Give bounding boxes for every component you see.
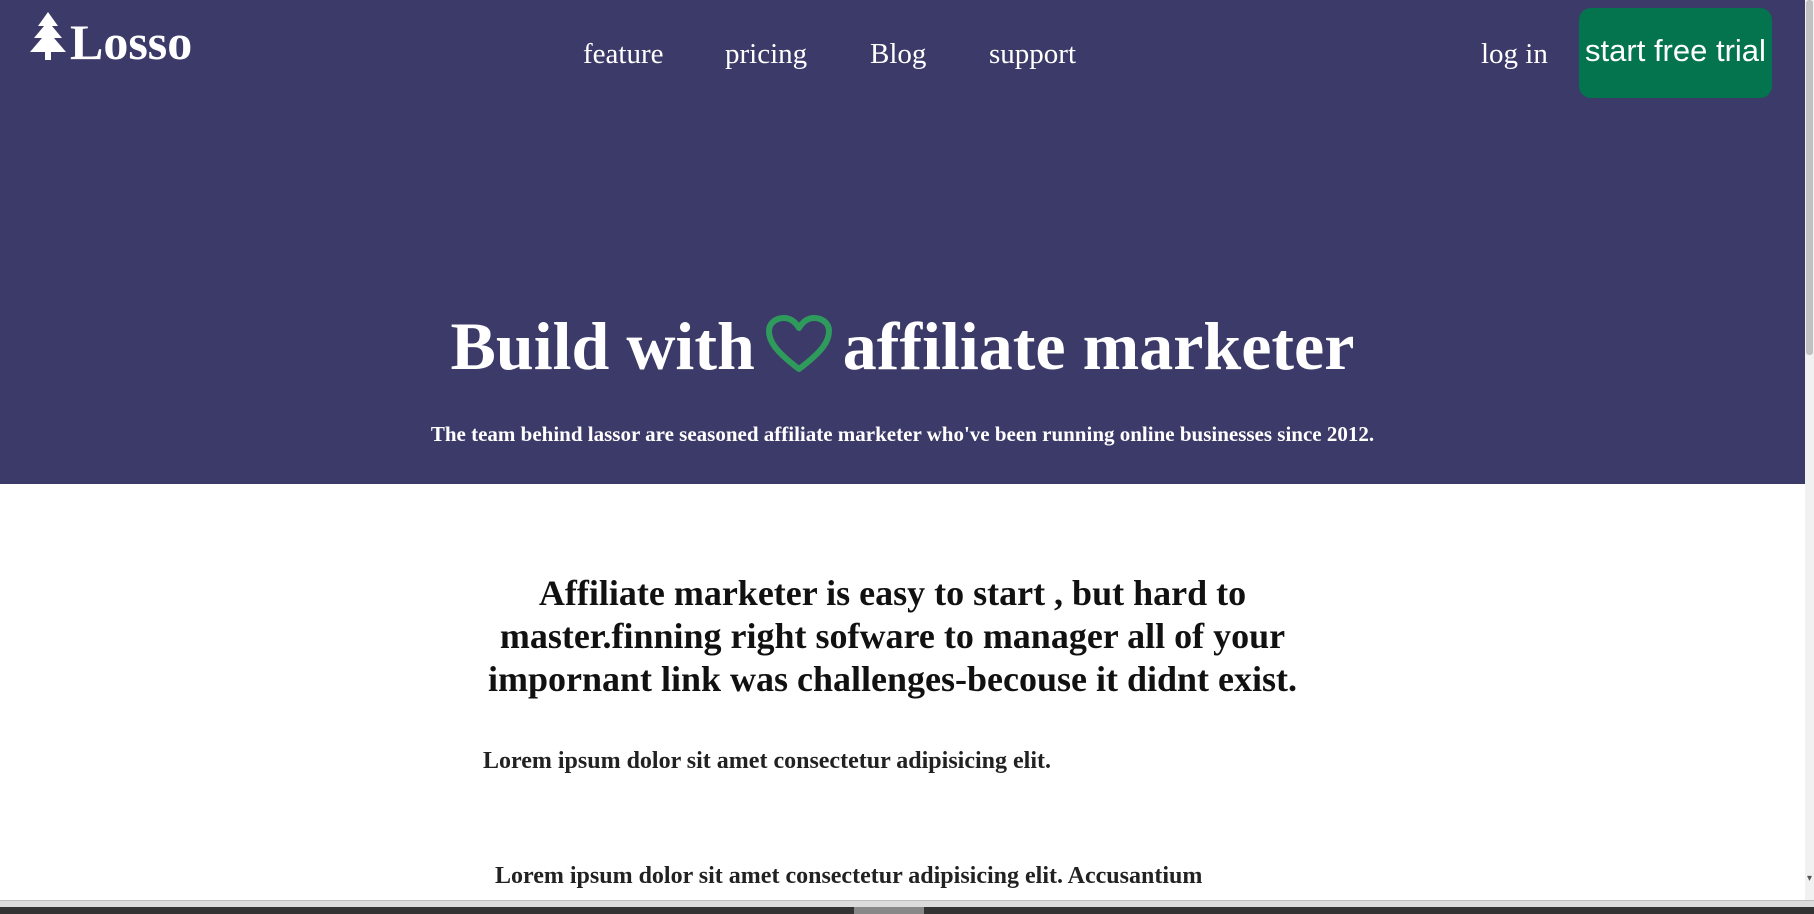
brand-name: Losso xyxy=(70,14,193,70)
horizontal-scrollbar[interactable] xyxy=(0,900,1814,914)
login-link[interactable]: log in xyxy=(1481,36,1548,72)
hero-headline: Build with affiliate marketer xyxy=(0,306,1805,386)
vertical-scrollbar[interactable]: ▾ xyxy=(1805,0,1814,913)
scrollbar-thumb[interactable] xyxy=(1806,0,1813,355)
hero-subhead: The team behind lassor are seasoned affi… xyxy=(430,422,1375,446)
content-paragraph-1: Lorem ipsum dolor sit amet consectetur a… xyxy=(483,748,1051,774)
nav-feature[interactable]: feature xyxy=(583,36,664,72)
nav-blog[interactable]: Blog xyxy=(870,36,926,72)
nav-support[interactable]: support xyxy=(989,36,1076,72)
logo[interactable]: Losso xyxy=(26,12,192,72)
content-title: Affiliate marketer is easy to start , bu… xyxy=(487,573,1298,699)
scroll-down-arrow-icon[interactable]: ▾ xyxy=(1805,873,1814,884)
headline-left: Build with xyxy=(450,308,755,384)
start-free-trial-button[interactable]: start free trial xyxy=(1579,8,1772,98)
content-paragraph-2: Lorem ipsum dolor sit amet consectetur a… xyxy=(495,863,1203,889)
hero-section: Losso feature pricing Blog support log i… xyxy=(0,0,1805,484)
tree-icon xyxy=(30,12,66,60)
headline-right: affiliate marketer xyxy=(842,308,1355,384)
heart-icon xyxy=(765,315,832,372)
nav-pricing[interactable]: pricing xyxy=(725,36,807,72)
